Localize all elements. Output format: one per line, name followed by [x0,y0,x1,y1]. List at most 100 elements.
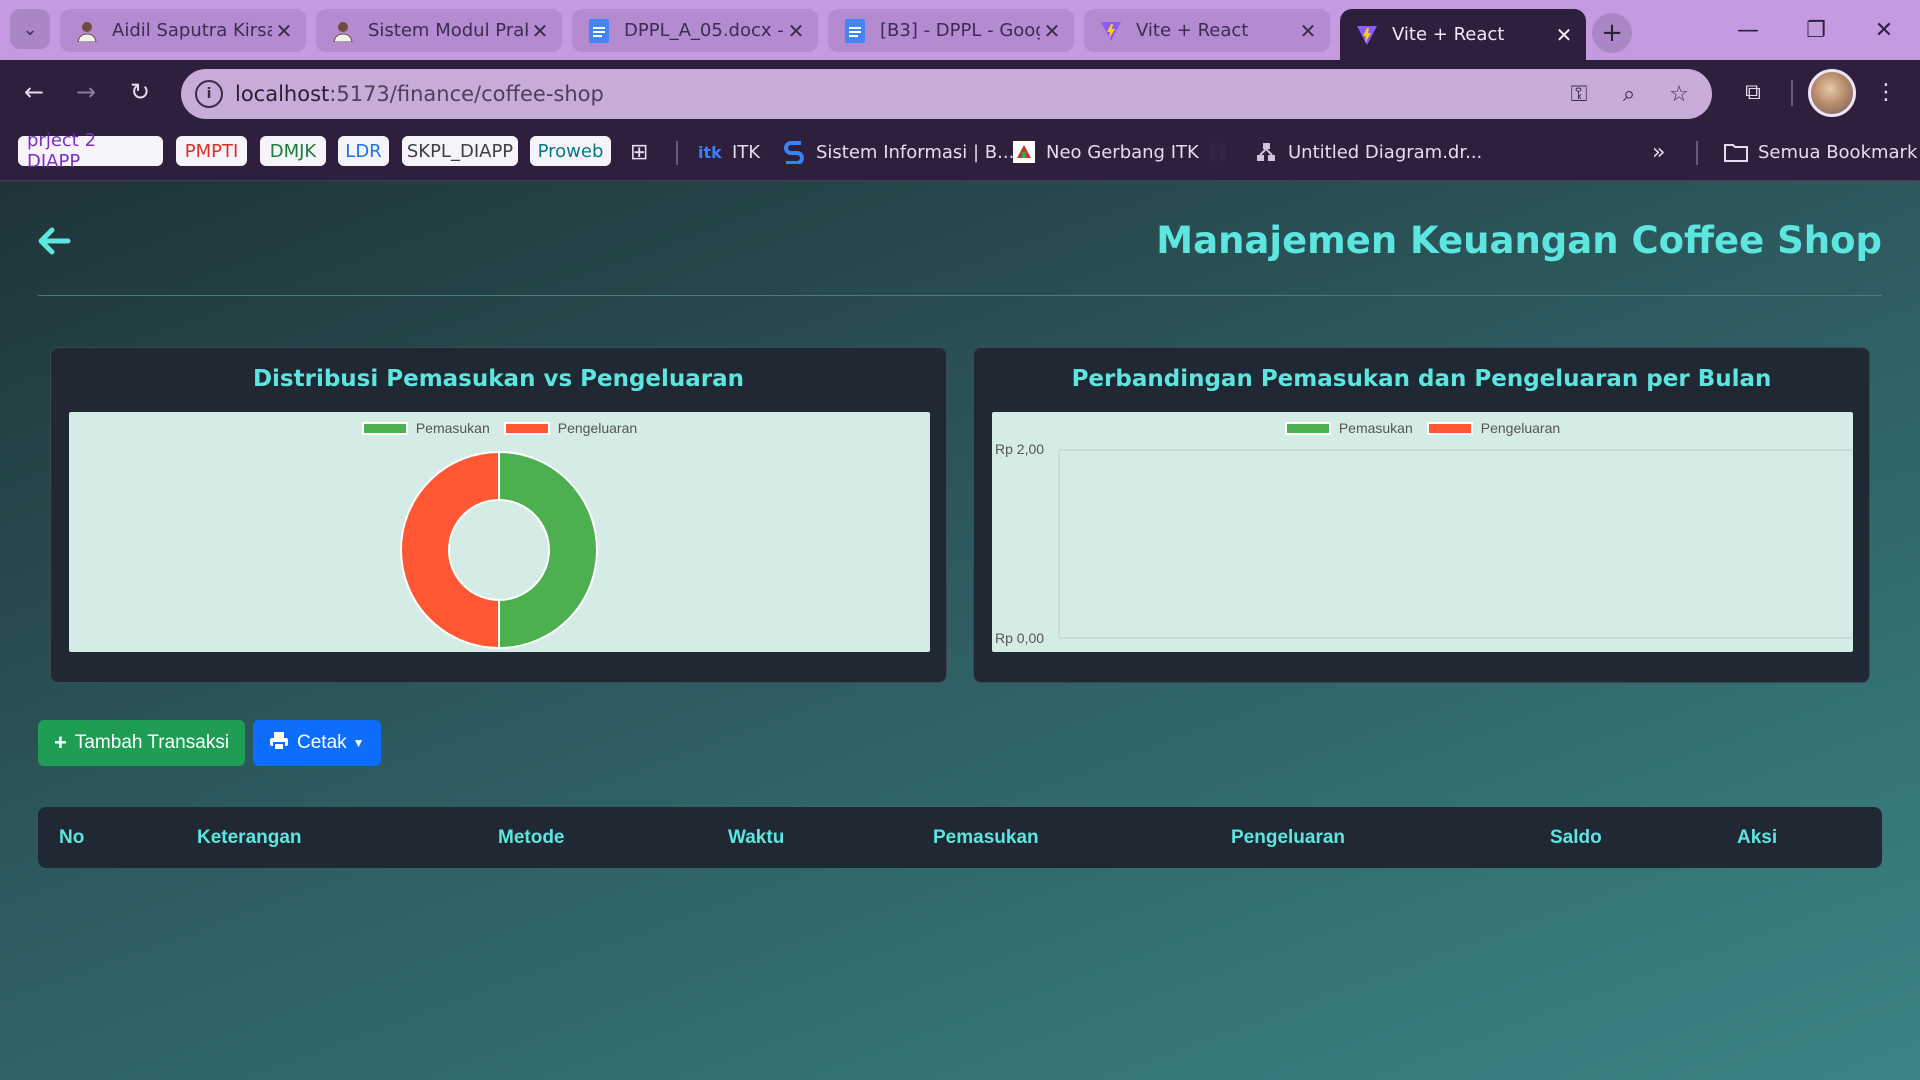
chip-label: DMJK [269,140,317,162]
bookmark-untitled-diagram[interactable]: Untitled Diagram.dr... [1254,137,1482,167]
bookmark-itk[interactable]: itk ITK [698,137,760,167]
tab-strip: ⌄ Aidil Saputra Kirsan ✕ Sistem Modul Pr… [0,0,1920,60]
chart-title: Distribusi Pemasukan vs Pengeluaran [252,366,745,392]
arrow-left-icon: ← [23,78,45,106]
tab-title: Sistem Modul Praktikum [368,20,528,41]
reload-button[interactable]: ↻ [120,72,160,112]
url-path: :5173/finance/coffee-shop [329,82,604,106]
close-icon[interactable]: ✕ [1040,19,1064,43]
tab-dppl-docx[interactable]: DPPL_A_05.docx - Google Docs ✕ [572,9,818,52]
close-icon[interactable]: ✕ [1552,23,1576,47]
page: Manajemen Keuangan Coffee Shop Distribus… [0,181,1920,1080]
svg-text:itk: itk [698,143,722,162]
donut-slice-pengeluaran[interactable] [400,450,500,650]
tab-b3-dppl[interactable]: [B3] - DPPL - Google Docs ✕ [828,9,1074,52]
bookmark-divider [1696,141,1698,165]
add-transaction-button[interactable]: + Tambah Transaksi [38,720,246,766]
chart-title: Perbandingan Pemasukan dan Pengeluaran p… [1071,366,1772,392]
person-icon [76,20,98,42]
arrow-left-icon [38,227,71,255]
donut-chart: Pemasukan Pengeluaran [69,412,930,652]
s-logo-icon [782,140,806,164]
tab-search-button[interactable]: ⌄ [10,9,50,49]
bookmark-chip[interactable]: Proweb [530,136,611,166]
column-header[interactable]: Pengeluaran [1231,827,1345,849]
plus-icon: + [1601,18,1623,48]
close-icon[interactable]: ✕ [1296,19,1320,43]
button-label: Cetak [297,732,347,753]
column-header[interactable]: Metode [498,827,565,849]
vite-icon [1100,20,1122,42]
close-icon[interactable]: ✕ [528,19,552,43]
column-header[interactable]: No [59,827,84,849]
browser-toolbar: ← → ↻ i localhost:5173/finance/coffee-sh… [0,60,1920,125]
chevron-double-right-icon: » [1652,139,1666,165]
tab-title: [B3] - DPPL - Google Docs [880,20,1040,41]
chip-label: Proweb [537,140,604,162]
close-icon[interactable]: ✕ [784,19,808,43]
bookmark-chip[interactable]: PMPTI [176,136,247,166]
avatar[interactable] [1808,69,1856,117]
extensions-icon[interactable]: ⧉ [1735,74,1771,110]
caret-down-icon: ▼ [352,736,365,750]
donut-svg [400,450,598,650]
back-button[interactable]: ← [14,72,54,112]
bookmark-chip[interactable]: SKPL_DIAPP [402,136,518,166]
tab-aidil[interactable]: Aidil Saputra Kirsan ✕ [60,9,306,52]
menu-icon[interactable]: ⋮ [1868,74,1904,110]
bookmark-chip[interactable]: LDR [338,136,389,166]
column-header[interactable]: Waktu [728,827,784,849]
bookmark-label: Untitled Diagram.dr... [1288,141,1483,163]
transactions-table-header: No Keterangan Metode Waktu Pemasukan Pen… [38,807,1882,868]
button-label: Tambah Transaksi [74,732,230,753]
column-header[interactable]: Aksi [1737,827,1777,849]
plus-icon: + [54,730,67,755]
new-tab-button[interactable]: + [1592,13,1632,53]
back-arrow-button[interactable] [36,223,76,263]
star-icon[interactable]: ☆ [1665,80,1693,108]
address-bar[interactable]: i localhost:5173/finance/coffee-shop ⚿ ⌕… [181,69,1712,119]
docs-icon [588,18,610,43]
all-bookmarks-button[interactable]: Semua Bookmark [1724,137,1917,167]
column-header[interactable]: Pemasukan [933,827,1039,849]
bookmark-label: Sistem Informasi | B... [816,141,1015,163]
apps-grid-button[interactable]: ⊞ [630,137,648,167]
bookmark-chip[interactable]: prject 2 DIAPP [18,130,163,172]
info-icon[interactable]: i [195,80,223,108]
more-bookmarks-button[interactable]: » [1652,137,1665,167]
tab-title: Vite + React [1136,20,1249,41]
chip-label: prject 2 DIAPP [27,130,97,172]
column-header[interactable]: Keterangan [197,827,302,849]
forward-button[interactable]: → [66,72,106,112]
minimize-button[interactable]: — [1714,0,1782,60]
bookmark-sistem-informasi[interactable]: Sistem Informasi | B... [782,137,1014,167]
bar-chart-card: Perbandingan Pemasukan dan Pengeluaran p… [973,347,1870,683]
bookmark-label: Semua Bookmark [1758,141,1918,163]
bar-chart: Pemasukan Pengeluaran Rp 2,00 Rp 0,00 [992,412,1853,652]
tab-title: Aidil Saputra Kirsan [112,20,272,41]
divider [38,295,1882,296]
print-button[interactable]: Cetak ▼ [253,720,381,766]
donut-chart-card: Distribusi Pemasukan vs Pengeluaran Pema… [50,347,947,683]
key-icon[interactable]: ⚿ [1565,80,1593,108]
tab-vite-react-active[interactable]: Vite + React ✕ [1340,9,1586,60]
bookmark-link[interactable]: ⛓ [1206,137,1240,167]
restore-button[interactable]: ❐ [1782,0,1850,60]
bookmark-label: Neo Gerbang ITK [1046,141,1199,163]
close-icon[interactable]: ✕ [272,19,296,43]
tab-title: Vite + React [1392,24,1505,45]
chip-label: PMPTI [184,140,239,162]
zoom-icon[interactable]: ⌕ [1615,80,1643,108]
tab-vite-react[interactable]: Vite + React ✕ [1084,9,1330,52]
donut-slice-pemasukan[interactable] [498,450,598,650]
bookmark-chip[interactable]: DMJK [260,136,326,166]
column-header[interactable]: Saldo [1550,827,1602,849]
tab-title: DPPL_A_05.docx - Google Docs [624,20,784,41]
chip-label: LDR [345,140,382,162]
folder-icon [1724,140,1748,164]
close-window-button[interactable]: ✕ [1850,0,1918,60]
bookmark-neo-gerbang[interactable]: Neo Gerbang ITK [1012,137,1199,167]
toolbar-divider [1791,80,1793,106]
tab-sistem-modul[interactable]: Sistem Modul Praktikum ✕ [316,9,562,52]
arrow-right-icon: → [75,78,97,106]
